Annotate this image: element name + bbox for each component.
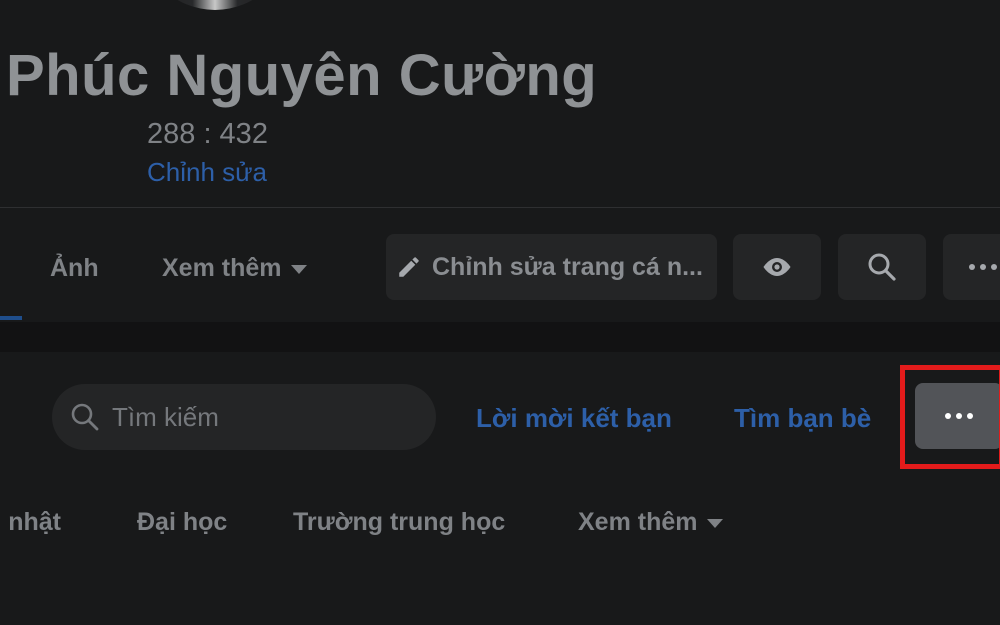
tab-more[interactable]: Xem thêm: [162, 254, 308, 283]
profile-name: Phúc Nguyên Cường: [6, 43, 598, 108]
pencil-icon: [399, 257, 419, 277]
find-friends-link[interactable]: Tìm bạn bè: [734, 403, 871, 434]
friend-requests-link[interactable]: Lời mời kết bạn: [476, 403, 672, 434]
caret-down-icon: [291, 265, 308, 274]
filter-tab-university[interactable]: Đại học: [137, 508, 227, 537]
edit-link[interactable]: Chỉnh sửa: [147, 157, 267, 188]
eye-icon: [763, 258, 791, 276]
filter-tab-birthday[interactable]: h nhật: [0, 508, 61, 537]
tab-more-label: Xem thêm: [162, 254, 282, 282]
view-as-button[interactable]: [733, 234, 821, 300]
edit-profile-label: Chỉnh sửa trang cá n...: [432, 252, 703, 281]
caret-down-icon: [707, 519, 724, 528]
profile-more-button[interactable]: [943, 234, 1000, 300]
tab-photos[interactable]: Ảnh: [50, 254, 99, 283]
friend-count: 288 : 432: [147, 118, 268, 150]
more-icon: [969, 264, 997, 270]
friends-search-input[interactable]: [110, 400, 414, 434]
edit-profile-button[interactable]: Chỉnh sửa trang cá n...: [386, 234, 717, 300]
profile-avatar[interactable]: [140, 0, 290, 10]
search-profile-button[interactable]: [838, 234, 926, 300]
divider: [0, 207, 1000, 208]
filter-more-label: Xem thêm: [578, 508, 698, 536]
friends-search-box[interactable]: [52, 384, 436, 450]
filter-tab-high-school[interactable]: Trường trung học: [293, 508, 505, 537]
search-icon: [868, 253, 896, 281]
filter-tab-more[interactable]: Xem thêm: [578, 508, 724, 537]
highlight-box: [900, 365, 1000, 469]
section-separator: [0, 322, 1000, 352]
active-tab-indicator: [0, 316, 22, 320]
search-icon: [71, 403, 99, 431]
